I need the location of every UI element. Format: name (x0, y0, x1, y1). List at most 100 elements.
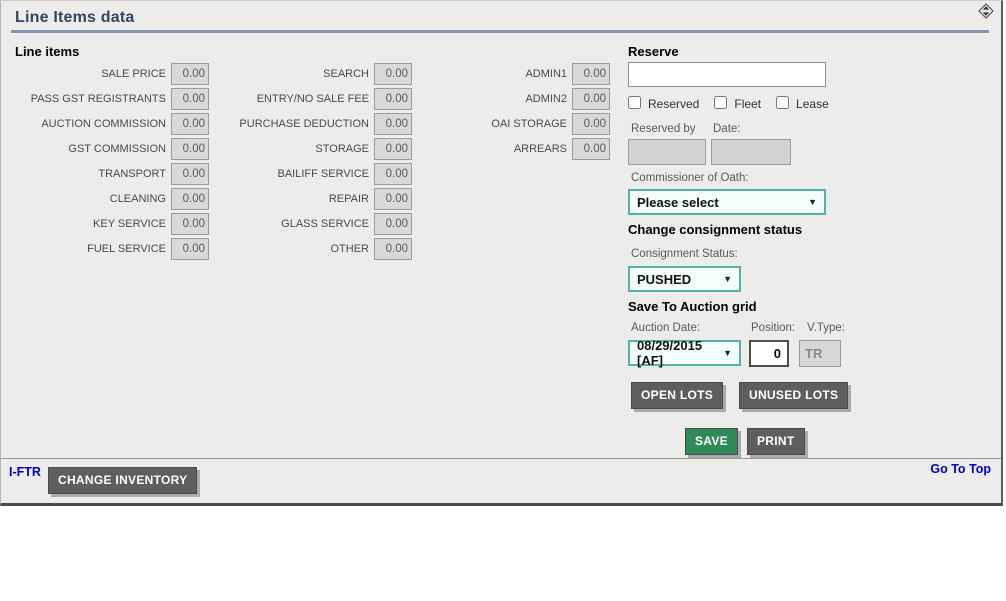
reserved-checkbox[interactable] (628, 96, 641, 109)
line-item-row: BAILIFF SERVICE (214, 161, 412, 186)
commissioner-of-oath-value: Please select (637, 195, 719, 210)
line-items-grid: SALE PRICE PASS GST REGISTRANTS AUCTION … (15, 61, 610, 261)
line-item-row: PURCHASE DEDUCTION (214, 111, 412, 136)
line-item-row: GLASS SERVICE (214, 211, 412, 236)
line-item-label: SALE PRICE (15, 68, 171, 80)
checkbox-label: Reserved (648, 97, 699, 111)
line-item-label: KEY SERVICE (15, 218, 171, 230)
line-item-label: REPAIR (214, 193, 374, 205)
fleet-checkbox[interactable] (714, 96, 727, 109)
line-item-row: GST COMMISSION (15, 136, 209, 161)
line-item-row: ARREARS (418, 136, 610, 161)
line-item-row: ENTRY/NO SALE FEE (214, 86, 412, 111)
open-lots-button[interactable]: OPEN LOTS (631, 382, 723, 409)
checkbox-label: Lease (796, 97, 829, 111)
vtype-label: V.Type: (807, 322, 845, 334)
line-item-label: PURCHASE DEDUCTION (214, 118, 374, 130)
line-item-value-input (374, 163, 412, 185)
line-item-row: ADMIN2 (418, 86, 610, 111)
line-items-heading: Line items (15, 44, 79, 59)
line-item-label: ADMIN1 (418, 68, 572, 80)
consignment-status-label: Consignment Status: (631, 248, 738, 260)
consignment-status-value: PUSHED (637, 272, 691, 287)
line-item-value-input (572, 63, 610, 85)
commissioner-of-oath-select[interactable]: Please select ▼ (628, 189, 826, 215)
line-item-value-input (374, 213, 412, 235)
line-item-label: GLASS SERVICE (214, 218, 374, 230)
go-to-top-link[interactable]: Go To Top (930, 462, 991, 476)
reserve-heading: Reserve (628, 44, 679, 59)
change-consignment-heading: Change consignment status (628, 222, 802, 237)
line-item-value-input (572, 138, 610, 160)
line-item-row: OAI STORAGE (418, 111, 610, 136)
line-item-value-input (171, 63, 209, 85)
reserved-by-input (628, 139, 706, 165)
checkbox-label: Fleet (734, 97, 761, 111)
line-item-value-input (171, 188, 209, 210)
page-title: Line Items data (15, 9, 134, 27)
line-item-value-input (171, 88, 209, 110)
auction-date-value: 08/29/2015 [AF] (637, 338, 715, 368)
checkbox-group[interactable]: Lease (776, 96, 829, 111)
reserved-date-input (711, 139, 791, 165)
line-item-label: OAI STORAGE (418, 118, 572, 130)
reserved-by-label: Reserved by (631, 123, 696, 135)
iftr-link[interactable]: I-FTR (9, 465, 41, 479)
line-item-label: CLEANING (15, 193, 171, 205)
auction-date-label: Auction Date: (631, 322, 700, 334)
line-item-value-input (171, 163, 209, 185)
line-item-row: STORAGE (214, 136, 412, 161)
line-item-row: ADMIN1 (418, 61, 610, 86)
save-to-auction-heading: Save To Auction grid (628, 299, 757, 314)
line-item-row: SEARCH (214, 61, 412, 86)
line-item-value-input (374, 188, 412, 210)
chevron-down-icon: ▼ (723, 274, 732, 284)
diamond-updown-icon[interactable] (978, 3, 994, 19)
line-item-row: SALE PRICE (15, 61, 209, 86)
line-item-row: KEY SERVICE (15, 211, 209, 236)
reserve-amount-input[interactable] (628, 62, 826, 87)
line-item-row: OTHER (214, 236, 412, 261)
line-item-label: SEARCH (214, 68, 374, 80)
line-item-value-input (572, 113, 610, 135)
auction-date-select[interactable]: 08/29/2015 [AF] ▼ (628, 340, 741, 366)
line-item-value-input (171, 238, 209, 260)
reserved-date-label: Date: (713, 123, 741, 135)
line-item-value-input (572, 88, 610, 110)
line-items-column-3: ADMIN1 ADMIN2 OAI STORAGE ARREARS (418, 61, 610, 261)
line-item-value-input (374, 88, 412, 110)
line-item-label: PASS GST REGISTRANTS (15, 93, 171, 105)
save-button[interactable]: SAVE (685, 428, 738, 455)
checkbox-group[interactable]: Reserved (628, 96, 699, 111)
line-item-row: REPAIR (214, 186, 412, 211)
line-item-value-input (374, 63, 412, 85)
line-item-row: FUEL SERVICE (15, 236, 209, 261)
line-item-row: TRANSPORT (15, 161, 209, 186)
line-item-label: OTHER (214, 243, 374, 255)
position-input[interactable] (749, 340, 789, 367)
line-item-row: AUCTION COMMISSION (15, 111, 209, 136)
print-button[interactable]: PRINT (747, 428, 805, 455)
checkbox-group[interactable]: Fleet (714, 96, 761, 111)
line-item-label: ADMIN2 (418, 93, 572, 105)
consignment-status-select[interactable]: PUSHED ▼ (628, 266, 741, 292)
chevron-down-icon: ▼ (723, 348, 732, 358)
footer-divider (1, 458, 1001, 459)
line-item-value-input (171, 113, 209, 135)
line-item-value-input (374, 113, 412, 135)
line-item-label: FUEL SERVICE (15, 243, 171, 255)
change-inventory-button[interactable]: CHANGE INVENTORY (48, 467, 197, 494)
line-item-label: STORAGE (214, 143, 374, 155)
position-label: Position: (751, 322, 795, 334)
reserve-checkbox-row: Reserved Fleet Lease (628, 96, 844, 111)
title-divider (11, 30, 989, 33)
unused-lots-button[interactable]: UNUSED LOTS (739, 382, 848, 409)
commissioner-of-oath-label: Commissioner of Oath: (631, 172, 749, 184)
line-items-column-1: SALE PRICE PASS GST REGISTRANTS AUCTION … (15, 61, 209, 261)
line-item-label: ARREARS (418, 143, 572, 155)
line-item-row: PASS GST REGISTRANTS (15, 86, 209, 111)
line-item-label: ENTRY/NO SALE FEE (214, 93, 374, 105)
lease-checkbox[interactable] (776, 96, 789, 109)
line-item-label: TRANSPORT (15, 168, 171, 180)
line-item-value-input (171, 138, 209, 160)
